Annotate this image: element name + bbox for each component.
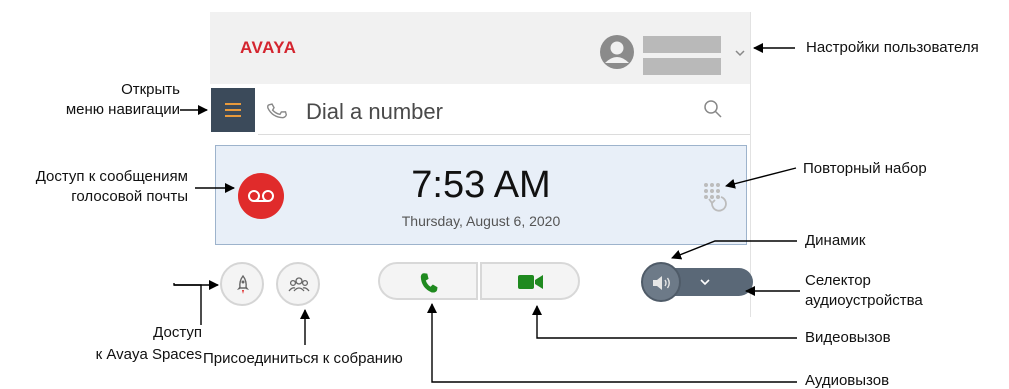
label-audio-selector-1: Селектор <box>805 272 871 289</box>
label-spaces-2: к Avaya Spaces <box>95 346 202 363</box>
label-audio-selector-2: аудиоустройства <box>805 292 923 309</box>
label-spaces-1: Доступ <box>153 324 202 341</box>
label-open-nav-2: меню навигации <box>65 101 180 118</box>
label-open-nav-1: Открыть <box>121 81 180 98</box>
label-user-settings: Настройки пользователя <box>806 39 979 56</box>
label-redial: Повторный набор <box>803 160 927 177</box>
label-join-meeting: Присоединиться к собранию <box>203 350 403 367</box>
label-voicemail-2: голосовой почты <box>71 188 188 205</box>
label-audio-call: Аудиовызов <box>805 372 890 389</box>
label-speaker: Динамик <box>805 232 866 249</box>
label-video-call: Видеовызов <box>805 329 891 346</box>
label-voicemail-1: Доступ к сообщениям <box>35 168 188 185</box>
